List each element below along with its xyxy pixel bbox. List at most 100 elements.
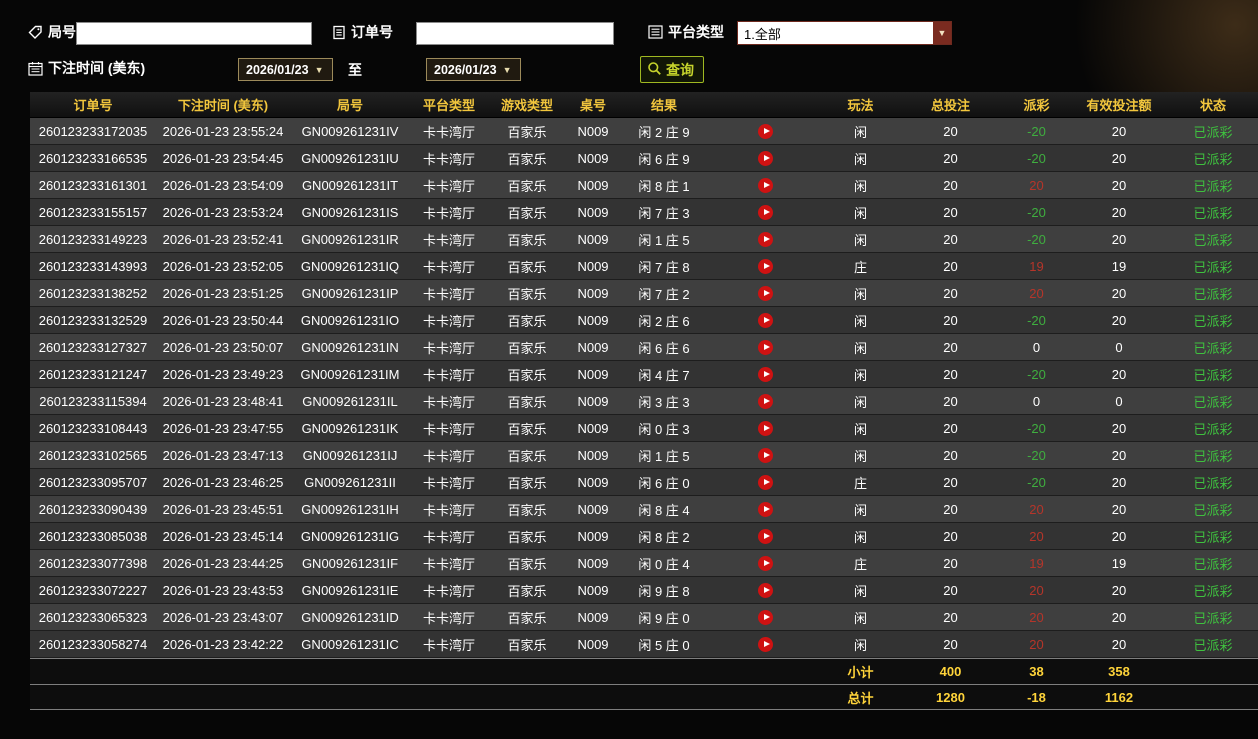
cell-valid-bet: 20 (1111, 231, 1127, 247)
platform-select[interactable]: 1.全部 (737, 21, 952, 45)
order-input[interactable] (416, 22, 614, 45)
cell-round: GN009261231IU (301, 150, 399, 166)
play-icon[interactable] (758, 286, 773, 302)
play-icon[interactable] (758, 529, 773, 545)
header-play: 玩法 (847, 98, 874, 113)
cell-payout: 19 (1029, 258, 1044, 274)
cell-result: 闲 9 庄 0 (638, 610, 690, 626)
cell-replay (708, 582, 823, 599)
table-row: 260123233155157 2026-01-23 23:53:24 GN00… (30, 199, 1258, 226)
cell-game: 百家乐 (507, 367, 547, 383)
cell-order-id: 260123233072227 (38, 582, 148, 598)
total-label: 总计 (847, 690, 874, 706)
cell-table-no: N009 (577, 123, 609, 139)
subtotal-label: 小计 (847, 665, 874, 680)
table-row: 260123233065323 2026-01-23 23:43:07 GN00… (30, 604, 1258, 631)
cell-platform: 卡卡湾厅 (422, 394, 475, 410)
subtotal-total-bet: 400 (939, 664, 962, 679)
cell-status: 已派彩 (1193, 232, 1233, 248)
cell-payout: 0 (1032, 393, 1041, 409)
cell-game: 百家乐 (507, 529, 547, 545)
cell-replay (708, 474, 823, 491)
play-icon[interactable] (758, 637, 773, 653)
cell-play: 闲 (853, 232, 867, 248)
cell-game: 百家乐 (507, 583, 547, 599)
cell-replay (708, 636, 823, 653)
cell-platform: 卡卡湾厅 (422, 124, 475, 140)
cell-game: 百家乐 (507, 205, 547, 221)
play-icon[interactable] (758, 475, 773, 491)
cell-game: 百家乐 (507, 259, 547, 275)
cell-table-no: N009 (577, 474, 609, 490)
cell-total-bet: 20 (943, 420, 958, 436)
cell-play: 庄 (853, 259, 867, 275)
cell-valid-bet: 20 (1111, 312, 1127, 328)
subtotal-payout: 38 (1029, 664, 1044, 679)
cell-total-bet: 20 (943, 366, 958, 382)
cell-valid-bet: 20 (1111, 609, 1127, 625)
play-icon[interactable] (758, 232, 773, 248)
cell-result: 闲 8 庄 4 (638, 502, 690, 518)
cell-order-id: 260123233143993 (38, 258, 148, 274)
cell-valid-bet: 20 (1111, 204, 1127, 220)
play-icon[interactable] (758, 124, 773, 140)
cell-status: 已派彩 (1193, 556, 1233, 572)
cell-platform: 卡卡湾厅 (422, 610, 475, 626)
cell-valid-bet: 20 (1111, 501, 1127, 517)
cell-status: 已派彩 (1193, 124, 1233, 140)
cell-platform: 卡卡湾厅 (422, 232, 475, 248)
cell-game: 百家乐 (507, 475, 547, 491)
cell-total-bet: 20 (943, 636, 958, 652)
play-icon[interactable] (758, 583, 773, 599)
cell-platform: 卡卡湾厅 (422, 205, 475, 221)
round-label-group: 局号 (28, 22, 76, 42)
date-from-picker[interactable]: 2026/01/23 (238, 58, 333, 81)
header-round: 局号 (336, 98, 363, 113)
cell-table-no: N009 (577, 204, 609, 220)
cell-game: 百家乐 (507, 340, 547, 356)
cell-bet-time: 2026-01-23 23:46:25 (162, 474, 284, 490)
play-icon[interactable] (758, 313, 773, 329)
play-icon[interactable] (758, 610, 773, 626)
platform-label: 平台类型 (668, 24, 724, 40)
cell-result: 闲 6 庄 0 (638, 475, 690, 491)
cell-platform: 卡卡湾厅 (422, 556, 475, 572)
play-icon[interactable] (758, 340, 773, 356)
cell-bet-time: 2026-01-23 23:52:05 (162, 258, 284, 274)
query-button[interactable]: 查询 (640, 56, 704, 83)
play-icon[interactable] (758, 394, 773, 410)
table-row: 260123233102565 2026-01-23 23:47:13 GN00… (30, 442, 1258, 469)
cell-total-bet: 20 (943, 528, 958, 544)
cell-total-bet: 20 (943, 123, 958, 139)
cell-payout: -20 (1027, 474, 1046, 490)
tag-icon (28, 25, 43, 40)
play-icon[interactable] (758, 259, 773, 275)
header-valid-bet: 有效投注额 (1086, 98, 1152, 113)
cell-payout: 20 (1029, 609, 1044, 625)
cell-table-no: N009 (577, 177, 609, 193)
date-to-picker[interactable]: 2026/01/23 (426, 58, 521, 81)
play-icon[interactable] (758, 151, 773, 167)
round-input[interactable] (76, 22, 312, 45)
play-icon[interactable] (758, 367, 773, 383)
play-icon[interactable] (758, 502, 773, 518)
play-icon[interactable] (758, 205, 773, 221)
cell-replay (708, 231, 823, 248)
platform-select-value: 1.全部 (744, 26, 781, 42)
play-icon[interactable] (758, 448, 773, 464)
cell-total-bet: 20 (943, 609, 958, 625)
cell-game: 百家乐 (507, 151, 547, 167)
cell-result: 闲 8 庄 2 (638, 529, 690, 545)
cell-game: 百家乐 (507, 637, 547, 653)
cell-order-id: 260123233108443 (38, 420, 148, 436)
play-icon[interactable] (758, 556, 773, 572)
date-to-label: 至 (348, 62, 362, 78)
play-icon[interactable] (758, 178, 773, 194)
cell-table-no: N009 (577, 339, 609, 355)
cell-round: GN009261231IE (301, 582, 399, 598)
cell-bet-time: 2026-01-23 23:54:45 (162, 150, 284, 166)
play-icon[interactable] (758, 421, 773, 437)
cell-platform: 卡卡湾厅 (422, 367, 475, 383)
cell-total-bet: 20 (943, 501, 958, 517)
cell-total-bet: 20 (943, 312, 958, 328)
